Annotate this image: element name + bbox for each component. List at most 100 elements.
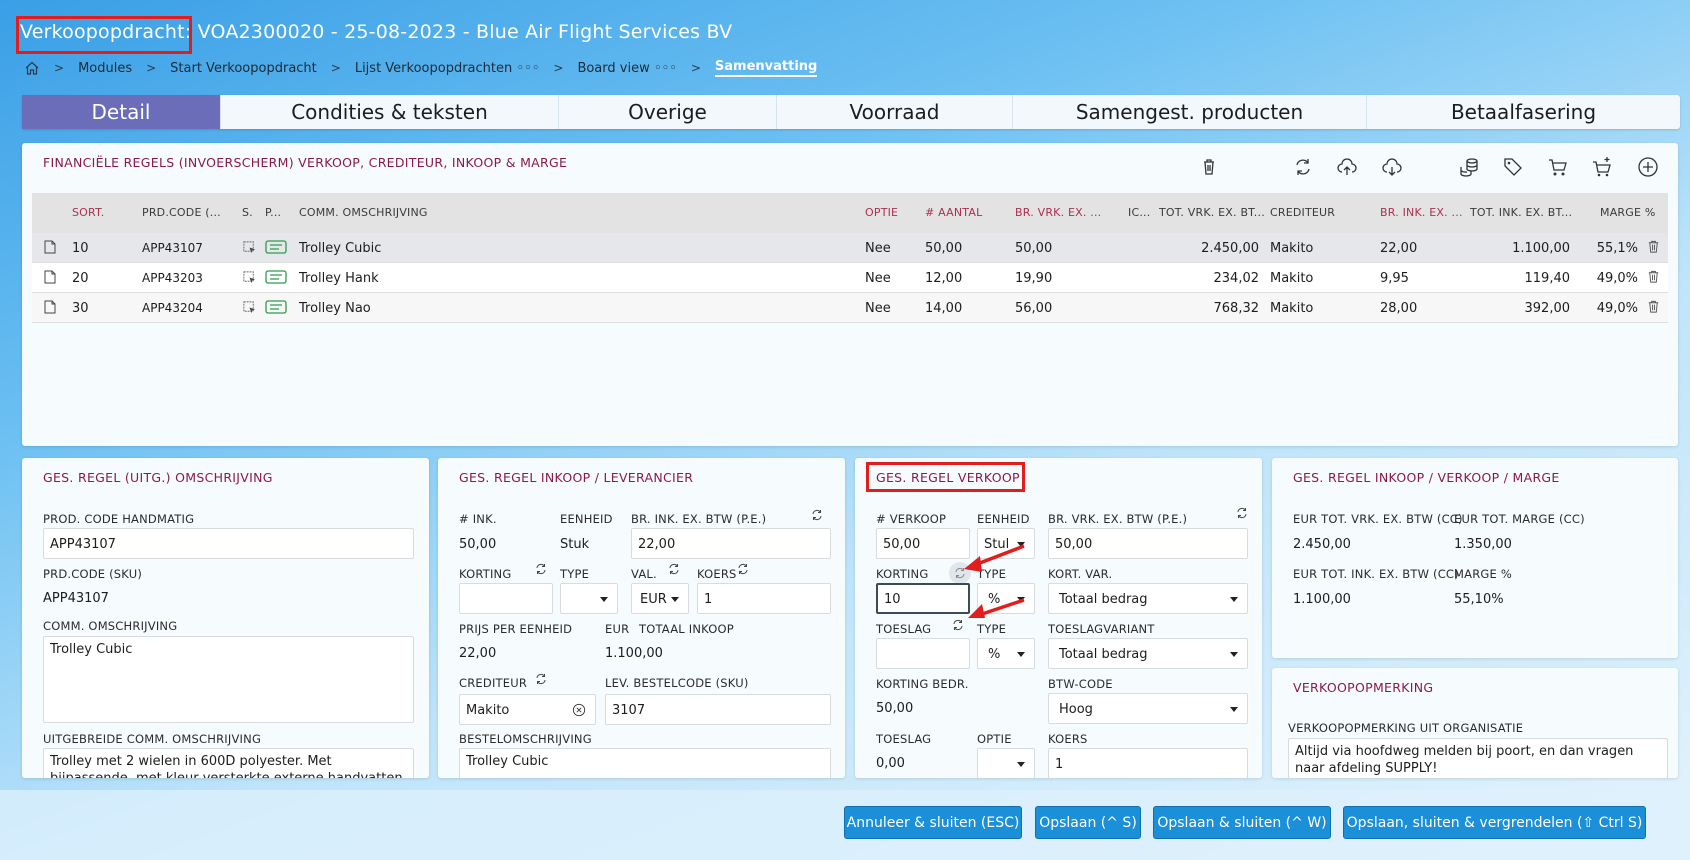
- tab-detail[interactable]: Detail: [22, 95, 221, 129]
- table-row[interactable]: 10 APP43107 Trolley Cubic Nee 50,00 50,0…: [32, 233, 1668, 263]
- tot-marge-value: 1.350,00: [1454, 537, 1512, 552]
- eenheid-label: EENHEID: [977, 512, 1030, 526]
- verkoop-aantal-input[interactable]: 50,00: [876, 528, 970, 559]
- column-header-aantal[interactable]: # AANTAL: [925, 206, 982, 219]
- omschrijving-panel: GES. REGEL (UITG.) OMSCHRIJVING PROD. CO…: [22, 458, 429, 778]
- column-header-optie[interactable]: OPTIE: [865, 206, 898, 219]
- select-cursor-icon[interactable]: [242, 240, 257, 259]
- prod-code-input[interactable]: APP43107: [43, 528, 414, 559]
- breadcrumb-lijst-verkoopopdrachten[interactable]: Lijst Verkoopopdrachten ◦◦◦: [355, 61, 540, 76]
- cancel-button[interactable]: Annuleer & sluiten (ESC): [844, 806, 1022, 839]
- cloud-download-icon[interactable]: [1380, 155, 1404, 179]
- column-header-s[interactable]: S.: [242, 206, 253, 219]
- lev-bestelcode-input[interactable]: 3107: [605, 694, 831, 725]
- toeslag-input[interactable]: [876, 638, 970, 669]
- type2-select[interactable]: %: [977, 638, 1035, 669]
- tot-vrk-value: 2.450,00: [1293, 537, 1351, 552]
- cart-add-icon[interactable]: [1590, 155, 1614, 179]
- refresh-icon[interactable]: [810, 508, 824, 522]
- refresh-icon[interactable]: [534, 672, 548, 686]
- uitgebreide-omschrijving-textarea[interactable]: Trolley met 2 wielen in 600D polyester. …: [43, 748, 414, 778]
- column-header-totink[interactable]: TOT. INK. EX. BT...: [1470, 206, 1572, 219]
- eenheid-label: EENHEID: [560, 512, 613, 526]
- bestelomschrijving-textarea[interactable]: Trolley Cubic: [459, 748, 831, 778]
- row-trash-icon[interactable]: [1646, 269, 1661, 288]
- breadcrumb-board-view[interactable]: Board view ◦◦◦: [577, 61, 676, 76]
- refresh-icon[interactable]: [534, 562, 548, 576]
- toeslagvariant-value: Totaal bedrag: [1059, 647, 1148, 662]
- breadcrumb-start-verkoopopdracht[interactable]: Start Verkoopopdracht: [170, 61, 317, 76]
- cell-prdcode: APP43107: [142, 241, 203, 255]
- btw-code-select[interactable]: Hoog: [1048, 693, 1248, 724]
- edit-note-icon[interactable]: [42, 239, 58, 259]
- kort-var-select[interactable]: Totaal bedrag: [1048, 583, 1248, 614]
- edit-note-icon[interactable]: [42, 299, 58, 319]
- row-trash-icon[interactable]: [1646, 299, 1661, 318]
- column-header-omschrijving[interactable]: COMM. OMSCHRIJVING: [299, 206, 428, 219]
- table-row[interactable]: 30 APP43204 Trolley Nao Nee 14,00 56,00 …: [32, 293, 1668, 323]
- comm-omschrijving-textarea[interactable]: Trolley Cubic: [43, 636, 414, 723]
- tab-condities-teksten[interactable]: Condities & teksten: [221, 95, 559, 129]
- refresh-icon[interactable]: [1291, 155, 1315, 179]
- tab-overige[interactable]: Overige: [559, 95, 777, 129]
- tag-icon[interactable]: [1501, 155, 1525, 179]
- save-close-button[interactable]: Opslaan & sluiten (^ W): [1153, 806, 1331, 839]
- tab-voorraad[interactable]: Voorraad: [777, 95, 1013, 129]
- home-icon[interactable]: [24, 60, 40, 76]
- refresh-icon[interactable]: [1235, 506, 1249, 520]
- select-cursor-icon[interactable]: [242, 300, 257, 319]
- marge-title: GES. REGEL INKOOP / VERKOOP / MARGE: [1293, 470, 1560, 485]
- save-close-lock-button[interactable]: Opslaan, sluiten & vergrendelen (⇧ Ctrl …: [1343, 806, 1646, 839]
- opmerking-org-textarea[interactable]: Altijd via hoofdweg melden bij poort, en…: [1288, 738, 1668, 778]
- column-header-crediteur[interactable]: CREDITEUR: [1270, 206, 1335, 219]
- brink-input[interactable]: 22,00: [631, 528, 831, 559]
- type-select[interactable]: [560, 583, 618, 614]
- column-header-ic[interactable]: IC...: [1128, 206, 1150, 219]
- cell-aantal: 12,00: [925, 271, 963, 286]
- column-header-prdcode[interactable]: PRD.CODE (...: [142, 206, 221, 219]
- refresh-icon[interactable]: [667, 562, 681, 576]
- product-card-icon[interactable]: [265, 270, 287, 288]
- val-select[interactable]: EUR: [631, 583, 689, 614]
- trash-icon[interactable]: [1197, 155, 1221, 179]
- refresh-icon[interactable]: [736, 562, 750, 576]
- edit-note-icon[interactable]: [42, 269, 58, 289]
- row-trash-icon[interactable]: [1646, 239, 1661, 258]
- clear-circle-icon[interactable]: [572, 703, 588, 719]
- tab-samengest-producten[interactable]: Samengest. producten: [1013, 95, 1367, 129]
- column-header-brvrk[interactable]: BR. VRK. EX. ...: [1015, 206, 1101, 219]
- koers-input[interactable]: 1: [697, 583, 831, 614]
- toeslagvariant-select[interactable]: Totaal bedrag: [1048, 638, 1248, 669]
- brink-label: BR. INK. EX. BTW (P.E.): [631, 512, 767, 526]
- breadcrumb-modules[interactable]: Modules: [78, 61, 132, 76]
- type2-value: %: [988, 647, 1001, 662]
- chevron-down-icon: [1230, 652, 1238, 657]
- save-button[interactable]: Opslaan (^ S): [1035, 806, 1141, 839]
- verkoop-panel: GES. REGEL VERKOOP # VERKOOP 50,00 EENHE…: [855, 458, 1262, 778]
- select-cursor-icon[interactable]: [242, 270, 257, 289]
- val-value: EUR: [640, 592, 667, 607]
- refresh-icon[interactable]: [951, 618, 965, 632]
- koers-input[interactable]: 1: [1048, 748, 1248, 778]
- cloud-upload-icon[interactable]: [1335, 155, 1359, 179]
- cart-icon[interactable]: [1546, 155, 1570, 179]
- brvrk-input[interactable]: 50,00: [1048, 528, 1248, 559]
- product-card-icon[interactable]: [265, 240, 287, 258]
- korting-input[interactable]: [459, 583, 553, 614]
- tab-bar: Detail Condities & teksten Overige Voorr…: [22, 95, 1680, 129]
- product-card-icon[interactable]: [265, 300, 287, 318]
- optie-select[interactable]: [977, 748, 1035, 778]
- plus-circle-icon[interactable]: [1636, 155, 1660, 179]
- column-header-totvrk[interactable]: TOT. VRK. EX. BT...: [1159, 206, 1265, 219]
- cell-aantal: 50,00: [925, 241, 963, 256]
- column-header-sort[interactable]: SORT.: [72, 206, 104, 219]
- column-header-brink[interactable]: BR. INK. EX. ...: [1380, 206, 1463, 219]
- cell-totink: 1.100,00: [1512, 241, 1570, 256]
- tab-betaalfasering[interactable]: Betaalfasering: [1367, 95, 1680, 129]
- column-header-p[interactable]: P...: [265, 206, 281, 219]
- table-row[interactable]: 20 APP43203 Trolley Hank Nee 12,00 19,90…: [32, 263, 1668, 293]
- column-header-marge[interactable]: MARGE %: [1600, 206, 1655, 219]
- breadcrumb-samenvatting[interactable]: Samenvatting: [714, 59, 818, 77]
- coins-icon[interactable]: [1457, 155, 1481, 179]
- korting-input[interactable]: 10: [876, 583, 970, 614]
